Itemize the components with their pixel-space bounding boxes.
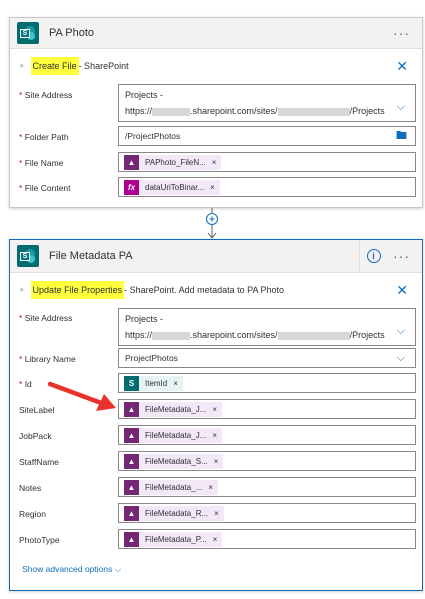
chevron-down-icon: ⌵	[114, 564, 122, 574]
action-connector-text: - SharePoint. Add metadata to PA Photo	[124, 285, 285, 295]
staffname-input[interactable]: ▲ FileMetadata_S... ×	[118, 451, 416, 471]
field-label: Id	[24, 379, 32, 389]
folder-path-input[interactable]: /ProjectPhotos 🖿	[118, 126, 416, 146]
action-connector-text: - SharePoint	[78, 61, 129, 71]
dataverse-icon: ▲	[124, 531, 139, 547]
remove-token-icon[interactable]: ×	[212, 158, 217, 167]
dynamic-content-token[interactable]: ▲ FileMetadata_... ×	[124, 479, 219, 495]
site-address-dropdown[interactable]: Projects - https://.sharepoint.com/sites…	[118, 308, 416, 346]
site-address-dropdown[interactable]: Projects - https://.sharepoint.com/sites…	[118, 84, 416, 122]
field-label: File Name	[24, 158, 64, 168]
fx-icon: fx	[124, 179, 139, 195]
remove-token-icon[interactable]: ×	[208, 483, 213, 492]
sharepoint-token-icon: S	[124, 375, 139, 391]
card-title[interactable]: PA Photo	[49, 27, 393, 39]
more-options-icon[interactable]: ···	[393, 25, 410, 41]
region-input[interactable]: ▲ FileMetadata_R... ×	[118, 503, 416, 523]
comment-icon[interactable]: ▫	[20, 285, 24, 296]
more-options-icon[interactable]: ···	[393, 248, 410, 264]
remove-token-icon[interactable]: ×	[214, 457, 219, 466]
redacted-block	[152, 331, 191, 340]
info-icon[interactable]: i	[366, 249, 381, 263]
field-label: Site Address	[24, 313, 73, 323]
field-label: Site Address	[24, 90, 73, 100]
redacted-block	[277, 107, 350, 116]
dynamic-content-token[interactable]: ▲ PAPhoto_FileN... ×	[124, 154, 222, 170]
field-label: Library Name	[24, 354, 76, 364]
file-content-input[interactable]: fx dataUriToBinar... ×	[118, 177, 416, 197]
dataverse-icon: ▲	[124, 401, 139, 417]
file-name-input[interactable]: ▲ PAPhoto_FileN... ×	[118, 152, 416, 172]
dynamic-content-token[interactable]: ▲ FileMetadata_S... ×	[124, 453, 224, 469]
redacted-block	[152, 107, 191, 116]
chevron-down-icon[interactable]: ⌵	[397, 101, 405, 114]
action-description: ▫ Create File - SharePoint ✕	[10, 56, 422, 76]
card-header[interactable]: S File Metadata PA i ···	[10, 240, 422, 273]
field-label: JobPack	[19, 431, 52, 441]
remove-token-icon[interactable]: ×	[212, 431, 217, 440]
phototype-input[interactable]: ▲ FileMetadata_P... ×	[118, 529, 416, 549]
notes-input[interactable]: ▲ FileMetadata_... ×	[118, 477, 416, 497]
comment-icon[interactable]: ▫	[20, 61, 24, 72]
dynamic-content-token[interactable]: ▲ FileMetadata_P... ×	[124, 531, 223, 547]
folder-icon[interactable]: 🖿	[396, 127, 407, 146]
library-name-dropdown[interactable]: ProjectPhotos ⌵	[118, 348, 416, 368]
dataverse-icon: ▲	[124, 505, 139, 521]
sharepoint-icon: S	[17, 22, 39, 44]
action-description: ▫ Update File Properties - SharePoint. A…	[10, 280, 422, 300]
remove-token-icon[interactable]: ×	[173, 379, 178, 388]
annotation-arrow-icon	[47, 381, 116, 411]
field-label: StaffName	[19, 457, 60, 467]
field-label: Folder Path	[24, 132, 69, 142]
field-label: File Content	[24, 183, 71, 193]
chevron-down-icon[interactable]: ⌵	[397, 325, 405, 338]
sharepoint-icon: S	[17, 245, 39, 267]
action-name-highlighted: Create File	[30, 57, 79, 75]
field-label: PhotoType	[19, 535, 60, 545]
dataverse-icon: ▲	[124, 479, 139, 495]
dataverse-icon: ▲	[124, 427, 139, 443]
id-input[interactable]: S ItemId ×	[118, 373, 416, 393]
dynamic-content-token[interactable]: S ItemId ×	[124, 375, 183, 391]
sitelabel-input[interactable]: ▲ FileMetadata_J... ×	[118, 399, 416, 419]
close-icon[interactable]: ✕	[396, 58, 408, 75]
show-advanced-options-link[interactable]: Show advanced options ⌵	[22, 564, 121, 575]
dataverse-icon: ▲	[124, 453, 139, 469]
dataverse-icon: ▲	[124, 154, 139, 170]
field-label: Notes	[19, 483, 42, 493]
dynamic-content-token[interactable]: ▲ FileMetadata_J... ×	[124, 401, 223, 417]
redacted-block	[277, 331, 350, 340]
chevron-down-icon[interactable]: ⌵	[397, 352, 405, 365]
add-step-connector[interactable]	[205, 208, 219, 239]
create-file-action-card[interactable]: S PA Photo ··· ▫ Create File - SharePoin…	[9, 17, 423, 208]
remove-token-icon[interactable]: ×	[212, 405, 217, 414]
expression-token[interactable]: fx dataUriToBinar... ×	[124, 179, 220, 195]
dynamic-content-token[interactable]: ▲ FileMetadata_R... ×	[124, 505, 224, 521]
jobpack-input[interactable]: ▲ FileMetadata_J... ×	[118, 425, 416, 445]
field-label: Region	[19, 509, 46, 519]
remove-token-icon[interactable]: ×	[213, 535, 218, 544]
dynamic-content-token[interactable]: ▲ FileMetadata_J... ×	[124, 427, 223, 443]
action-name-highlighted: Update File Properties	[30, 281, 125, 299]
close-icon[interactable]: ✕	[396, 282, 408, 299]
card-header[interactable]: S PA Photo ···	[10, 18, 422, 49]
remove-token-icon[interactable]: ×	[210, 183, 215, 192]
card-title[interactable]: File Metadata PA	[49, 250, 359, 262]
remove-token-icon[interactable]: ×	[214, 509, 219, 518]
